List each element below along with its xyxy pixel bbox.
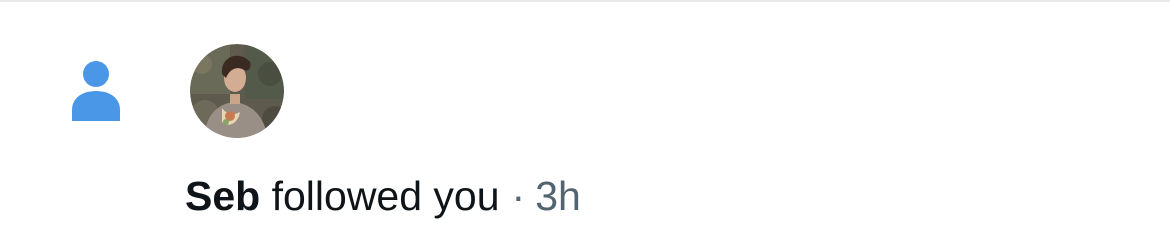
notification-text: Seb followed you · 3h (185, 166, 581, 226)
actor-name[interactable]: Seb (185, 173, 260, 219)
timestamp: 3h (535, 173, 581, 219)
follow-notification[interactable]: Seb followed you · 3h (0, 2, 1170, 248)
separator-dot: · (511, 173, 526, 219)
person-icon (70, 60, 122, 122)
avatar[interactable] (190, 44, 284, 138)
action-text: followed you (271, 173, 500, 219)
